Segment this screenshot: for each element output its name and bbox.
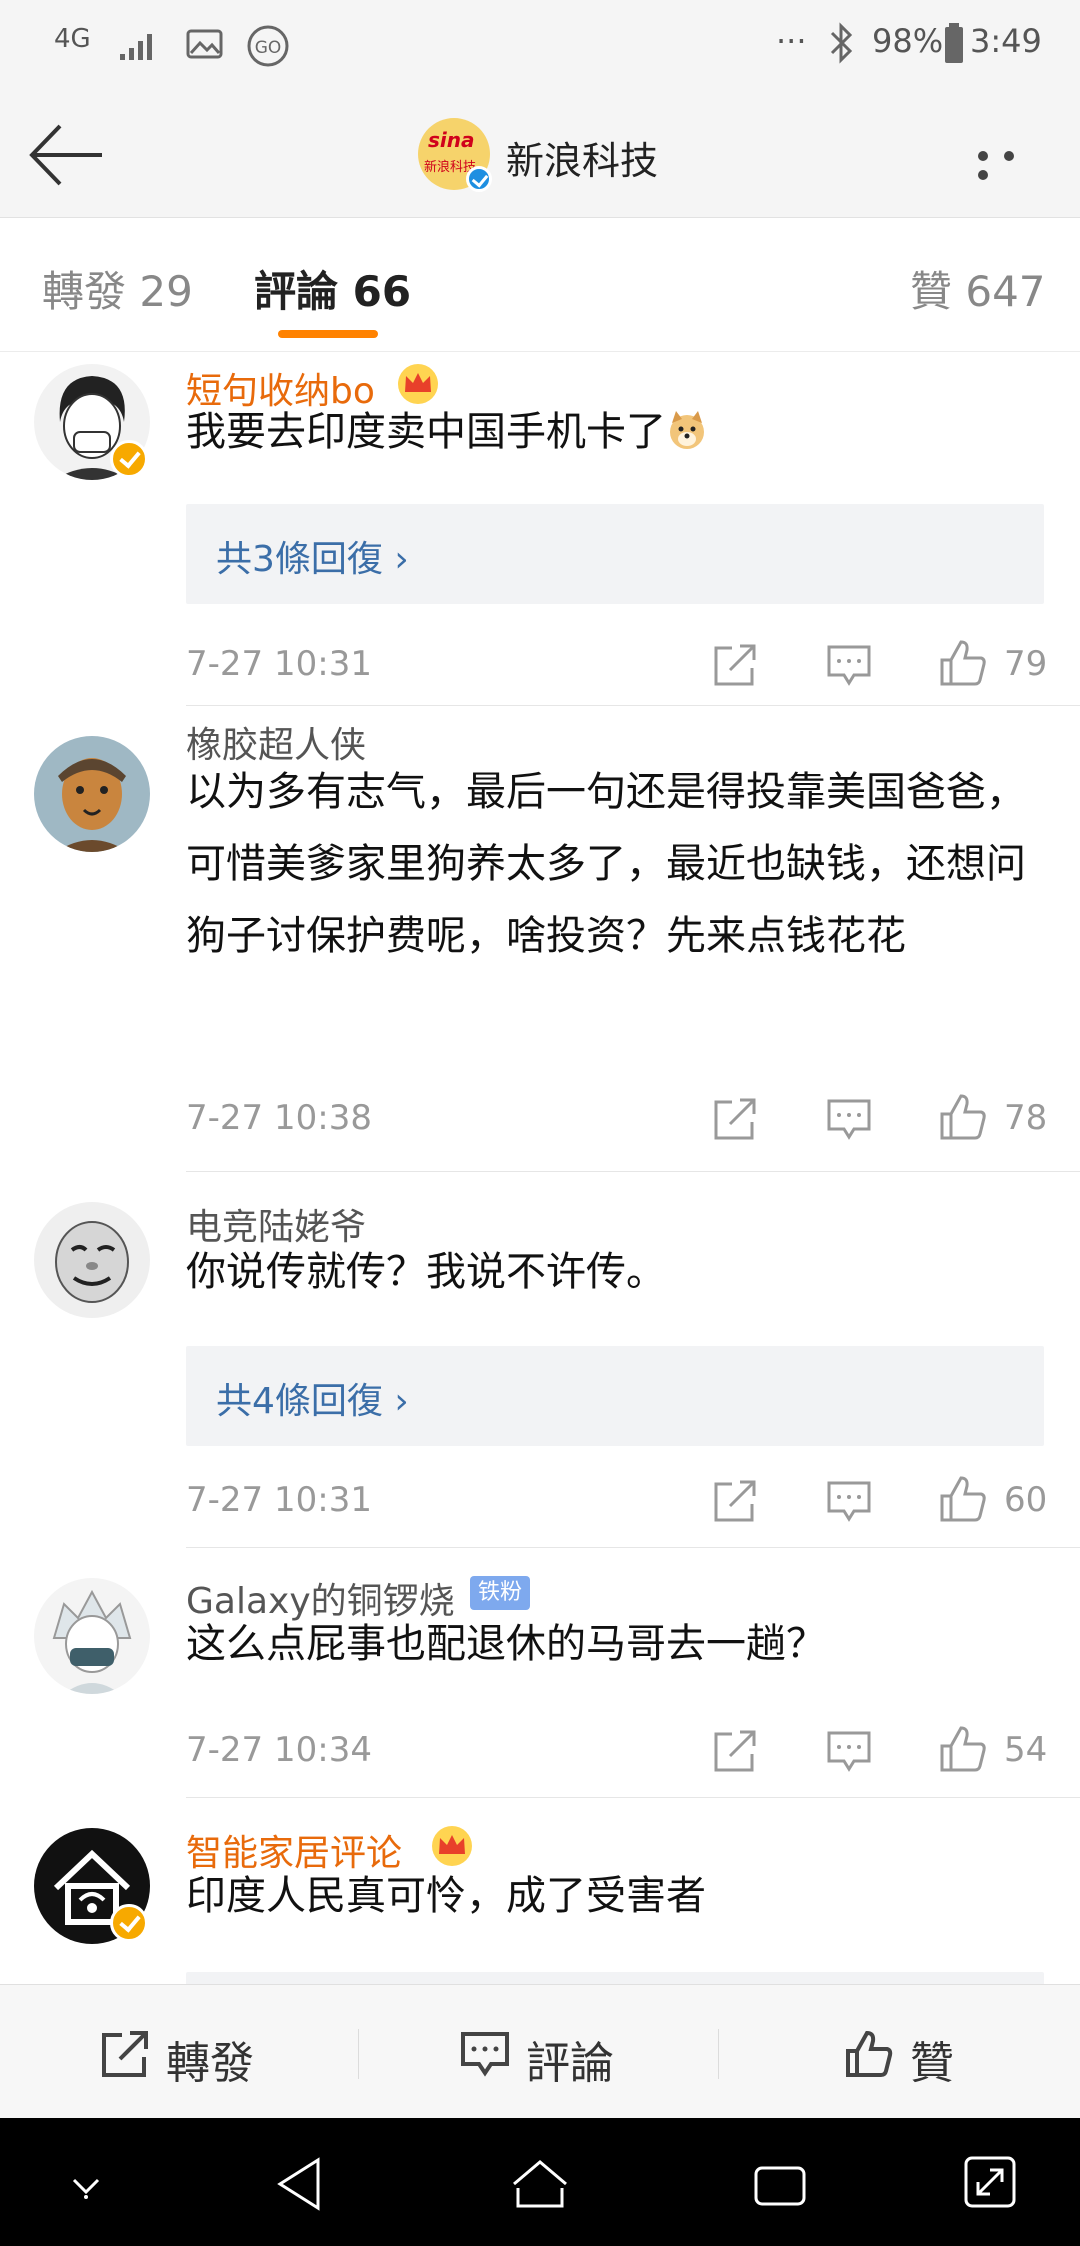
- reply-icon[interactable]: [826, 1096, 872, 1142]
- active-tab-indicator: [278, 330, 378, 338]
- verified-badge-icon: [110, 440, 148, 478]
- avatar-image: [56, 758, 128, 852]
- verified-icon: [466, 166, 492, 192]
- share-icon[interactable]: [712, 1478, 758, 1524]
- comment-time: 7-27 10:31: [186, 1480, 372, 1520]
- reply-icon[interactable]: [826, 1478, 872, 1524]
- tab-reposts[interactable]: 轉發 29: [42, 258, 193, 319]
- like-button[interactable]: 贊: [720, 1985, 1080, 2119]
- comment-time: 7-27 10:34: [186, 1730, 372, 1770]
- svg-text:GO: GO: [255, 38, 282, 58]
- clock: 3:49: [970, 22, 1042, 60]
- avatar-image: [52, 1589, 132, 1694]
- avatar[interactable]: [34, 1202, 150, 1318]
- comment-text: 你说传就传？我说不许传。: [186, 1249, 666, 1295]
- view-replies-button[interactable]: 共4條回復 ›: [186, 1346, 1044, 1446]
- tab-likes[interactable]: 贊 647: [910, 258, 1046, 319]
- back-nav-icon[interactable]: [274, 2156, 326, 2212]
- hide-keyboard-icon[interactable]: [66, 2170, 106, 2200]
- recent-apps-icon[interactable]: [752, 2160, 808, 2210]
- view-replies-button[interactable]: 共3條回復 ›: [186, 504, 1044, 604]
- title-bar: sina 新浪科技 新浪科技: [0, 90, 1080, 218]
- expand-icon[interactable]: [962, 2154, 1018, 2210]
- like-icon: [846, 2030, 893, 2077]
- comment-text: 我要去印度卖中国手机卡了: [186, 396, 1046, 468]
- doge-emoji-icon: [670, 411, 704, 449]
- network-type: 4G: [54, 24, 91, 54]
- overflow-dots: ···: [776, 22, 807, 60]
- like-count: 54: [1004, 1730, 1048, 1770]
- avatar[interactable]: [34, 1578, 150, 1694]
- like-icon[interactable]: [938, 638, 988, 688]
- account-name[interactable]: 新浪科技: [506, 130, 658, 185]
- battery-percent: 98%: [872, 22, 944, 60]
- share-icon[interactable]: [712, 1096, 758, 1142]
- avatar-image: [55, 1221, 129, 1303]
- comment-item: Galaxy的铜锣烧 铁粉 这么点屁事也配退休的马哥去一趟？ 7-27 10:3…: [0, 1548, 1080, 1798]
- more-options-icon[interactable]: [978, 146, 1050, 180]
- view-replies-button[interactable]: [186, 1972, 1044, 1984]
- comment-time: 7-27 10:31: [186, 644, 372, 684]
- comment-icon: [461, 2032, 509, 2077]
- comment-text: 印度人民真可怜，成了受害者: [186, 1873, 706, 1919]
- like-count: 78: [1004, 1098, 1048, 1138]
- divider: [718, 2029, 719, 2079]
- battery-icon: [945, 23, 963, 63]
- comment-button[interactable]: 評論: [360, 1985, 720, 2119]
- comment-item: 橡胶超人侠 以为多有志气，最后一句还是得投靠美国爸爸，可惜美爹家里狗养太多了，最…: [0, 706, 1080, 1172]
- like-icon[interactable]: [938, 1092, 988, 1142]
- comment-item: 电竞陆姥爷 你说传就传？我说不许传。 共4條回復 › 7-27 10:31 60: [0, 1172, 1080, 1548]
- tab-comments[interactable]: 評論 66: [254, 258, 411, 319]
- home-nav-icon[interactable]: [508, 2156, 572, 2212]
- status-bar: 4G GO ··· 98% 3:49: [0, 0, 1080, 90]
- like-count: 60: [1004, 1480, 1048, 1520]
- repost-icon: [102, 2031, 148, 2077]
- tab-bar: 轉發 29 評論 66 贊 647: [0, 218, 1080, 352]
- verified-badge-icon: [110, 1904, 148, 1942]
- like-icon[interactable]: [938, 1474, 988, 1524]
- share-icon[interactable]: [712, 1728, 758, 1774]
- comment-text: 这么点屁事也配退休的马哥去一趟？: [186, 1621, 826, 1667]
- system-nav-bar: [0, 2118, 1080, 2246]
- go-icon: GO: [247, 25, 289, 67]
- image-icon: [186, 29, 223, 59]
- signal-icon: [120, 34, 152, 60]
- bottom-action-bar: 轉發 評論 贊: [0, 1984, 1080, 2118]
- divider: [358, 2029, 359, 2079]
- comment-text: 以为多有志气，最后一句还是得投靠美国爸爸，可惜美爹家里狗养太多了，最近也缺钱，还…: [186, 769, 1026, 959]
- reply-icon[interactable]: [826, 642, 872, 688]
- reply-icon[interactable]: [826, 1728, 872, 1774]
- avatar[interactable]: [34, 736, 150, 852]
- repost-button[interactable]: 轉發: [0, 1985, 360, 2119]
- like-icon[interactable]: [938, 1724, 988, 1774]
- comment-item: 智能家居评论 印度人民真可怜，成了受害者: [0, 1798, 1080, 1984]
- like-count: 79: [1004, 644, 1048, 684]
- back-arrow-icon[interactable]: [28, 120, 108, 190]
- comment-time: 7-27 10:38: [186, 1098, 372, 1138]
- comment-item: 短句收纳bo 我要去印度卖中国手机卡了 共3條回復 › 7-27 10:31 7…: [0, 352, 1080, 706]
- fan-badge: 铁粉: [470, 1576, 531, 1610]
- bluetooth-icon: [830, 22, 853, 64]
- share-icon[interactable]: [712, 642, 758, 688]
